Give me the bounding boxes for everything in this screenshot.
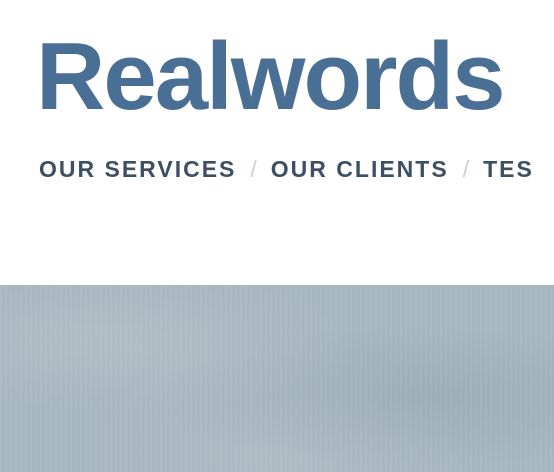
nav-item-our-services[interactable]: OUR SERVICES	[39, 156, 236, 183]
nav-item-testimonials[interactable]: TES	[483, 156, 534, 183]
nav-separator: /	[250, 155, 257, 182]
hero-banner-image	[0, 285, 554, 472]
nav-item-our-clients[interactable]: OUR CLIENTS	[271, 156, 449, 183]
nav-separator: /	[462, 155, 470, 182]
site-logo[interactable]: Realwords	[36, 22, 505, 132]
main-nav: OUR SERVICES / OUR CLIENTS / TES	[39, 152, 534, 186]
page: Realwords OUR SERVICES / OUR CLIENTS / T…	[0, 0, 554, 472]
